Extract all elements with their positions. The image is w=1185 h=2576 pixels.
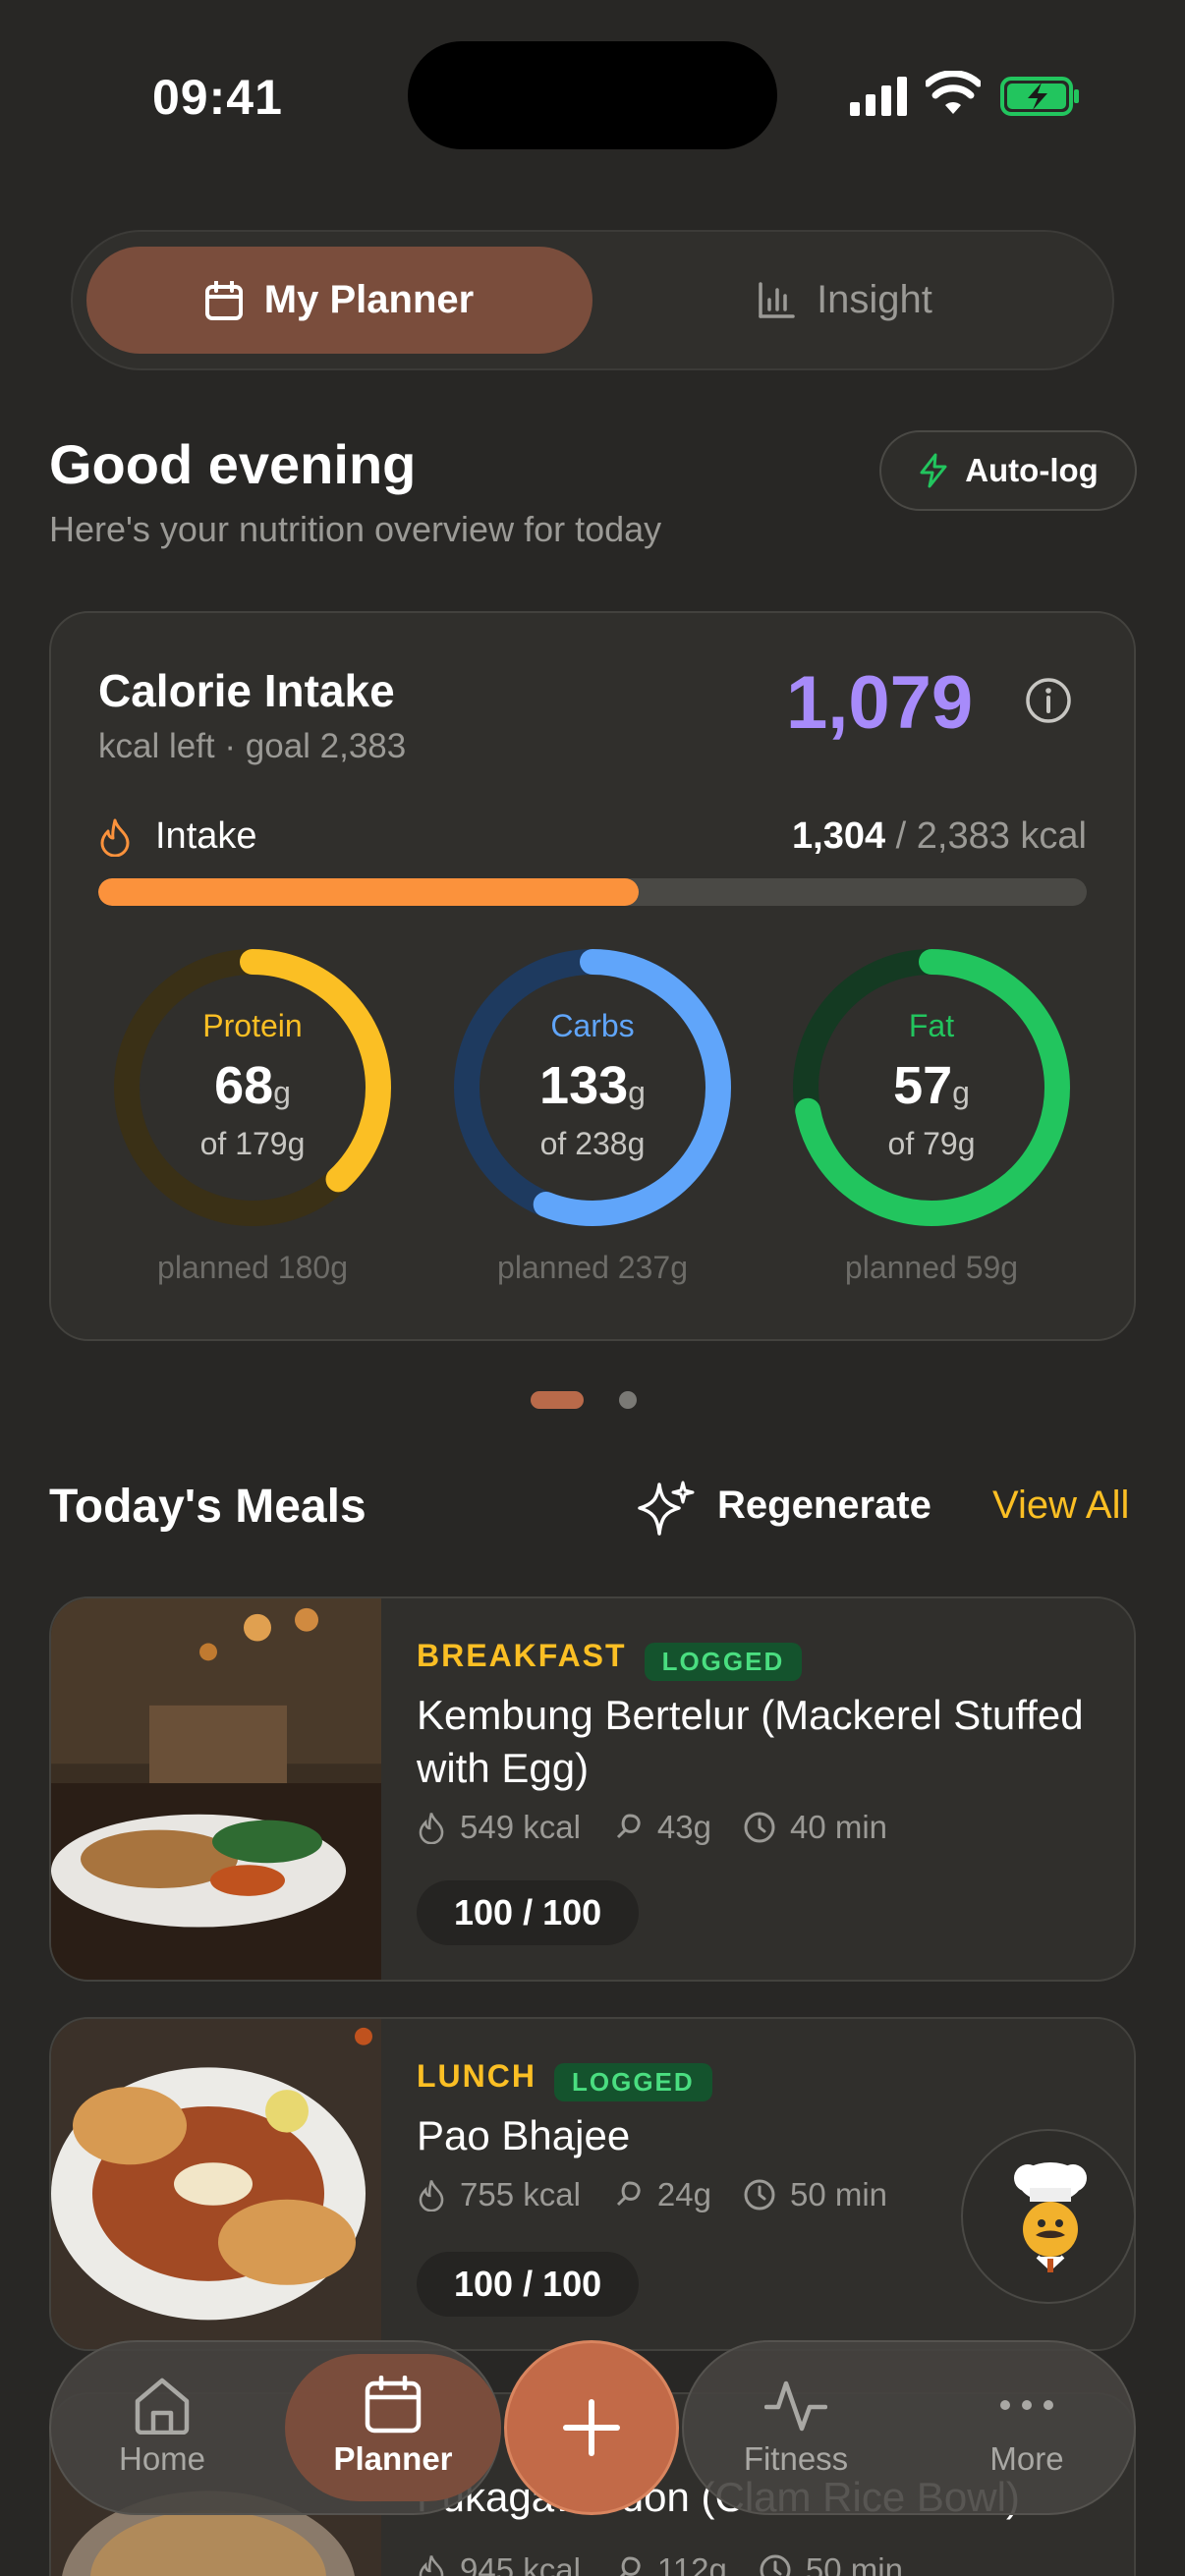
- logged-badge: LOGGED: [644, 1643, 803, 1682]
- meal-photo: [51, 1598, 381, 1980]
- wifi-icon: [926, 71, 981, 114]
- flame-icon: [419, 2555, 444, 2576]
- add-button[interactable]: [504, 2340, 679, 2515]
- protein-label: Protein: [202, 1008, 303, 1043]
- meal-card-breakfast[interactable]: BREAKFAST LOGGED Kembung Bertelur (Macker…: [49, 1596, 1136, 1982]
- clock-icon: [744, 2179, 775, 2211]
- intake-label: Intake: [155, 815, 257, 857]
- calendar-icon: [204, 280, 243, 320]
- battery-charging-icon: [1000, 77, 1079, 116]
- carbs-planned: planned 237g: [497, 1250, 688, 1285]
- meal-stats: 549 kcal 43g 40 min: [417, 1809, 887, 1846]
- calendar-icon: [365, 2376, 422, 2434]
- meal-protein: 43g: [656, 1809, 711, 1845]
- info-icon[interactable]: [1024, 676, 1073, 725]
- meal-type: BREAKFAST: [417, 1638, 627, 1673]
- protein-icon: [616, 2181, 641, 2207]
- home-icon: [135, 2378, 190, 2435]
- protein-value: 68g: [214, 1056, 291, 1115]
- protein-ring: Protein 68g of 179g: [110, 945, 395, 1230]
- page-indicator-active[interactable]: [531, 1391, 584, 1409]
- flame-icon: [419, 1813, 444, 1844]
- chef-mascot-icon: [1014, 2162, 1087, 2272]
- meal-kcal: 945 kcal: [460, 2551, 581, 2576]
- logged-badge: LOGGED: [553, 2063, 712, 2102]
- meals-section-title: Today's Meals: [49, 1481, 367, 1533]
- flame-icon: [419, 2180, 444, 2212]
- greeting-title: Good evening: [49, 433, 417, 495]
- page-indicator[interactable]: [619, 1391, 637, 1409]
- meal-name: Kembung Bertelur (Mackerel Stuffed with …: [417, 1692, 1084, 1791]
- meal-score: 100 / 100: [417, 2252, 640, 2317]
- view-all-link[interactable]: View All: [992, 1484, 1129, 1528]
- meal-time: 40 min: [789, 1809, 888, 1845]
- clock-icon: [744, 1812, 775, 1843]
- intake-progress-bar: [98, 878, 1087, 906]
- carbs-label: Carbs: [550, 1008, 635, 1043]
- meal-stats: 945 kcal 112g 50 min: [417, 2551, 903, 2576]
- regenerate-button[interactable]: Regenerate: [717, 1484, 931, 1528]
- meal-protein: 24g: [656, 2176, 711, 2212]
- tab-my-planner[interactable]: My Planner: [86, 247, 592, 354]
- tab-my-planner-label: My Planner: [263, 278, 475, 321]
- clock-icon: [760, 2554, 791, 2576]
- nav-fitness-label: Fitness: [743, 2440, 849, 2477]
- meal-score: 100 / 100: [417, 1880, 640, 1945]
- chef-assistant-button[interactable]: [961, 2129, 1136, 2304]
- lightning-icon: [920, 453, 947, 488]
- protein-goal: of 179g: [199, 1126, 306, 1161]
- activity-icon: [764, 2380, 827, 2432]
- carbs-ring: Carbs 133g of 238g: [450, 945, 735, 1230]
- fat-planned: planned 59g: [844, 1250, 1019, 1285]
- protein-icon: [619, 2556, 641, 2576]
- intake-progress-fill: [98, 878, 640, 906]
- meal-kcal: 755 kcal: [460, 2176, 581, 2212]
- nav-home[interactable]: Home: [93, 2376, 231, 2478]
- nav-home-label: Home: [118, 2440, 206, 2477]
- tab-insight-label: Insight: [817, 278, 932, 321]
- calorie-card-subtitle: kcal left · goal 2,383: [98, 727, 407, 765]
- dynamic-island: [408, 41, 777, 149]
- meal-stats: 755 kcal 24g 50 min: [417, 2176, 887, 2213]
- greeting-subtitle: Here's your nutrition overview for today: [49, 509, 662, 549]
- plus-icon: [563, 2399, 620, 2456]
- carbs-goal: of 238g: [539, 1126, 646, 1161]
- meal-name: Pao Bhajee: [417, 2112, 631, 2158]
- flame-icon: [100, 818, 130, 857]
- meal-time: 50 min: [789, 2176, 888, 2212]
- fat-value: 57g: [893, 1056, 970, 1115]
- protein-icon: [616, 1814, 641, 1839]
- sparkles-icon[interactable]: [634, 1479, 697, 1541]
- nav-planner-label: Planner: [333, 2440, 453, 2477]
- cellular-signal-icon: [850, 77, 907, 116]
- fat-ring: Fat 57g of 79g: [789, 945, 1074, 1230]
- calories-remaining: 1,079: [786, 661, 974, 745]
- meal-type: LUNCH: [417, 2058, 536, 2094]
- intake-consumed: 1,304: [792, 815, 886, 857]
- auto-log-button[interactable]: Auto-log: [879, 430, 1137, 511]
- meal-protein: 112g: [656, 2551, 727, 2576]
- meal-time: 50 min: [805, 2551, 903, 2576]
- meal-photo: [51, 2019, 381, 2349]
- calorie-card-title: Calorie Intake: [98, 665, 395, 716]
- protein-planned: planned 180g: [157, 1250, 348, 1285]
- carbs-value: 133g: [539, 1056, 646, 1115]
- fat-goal: of 79g: [887, 1126, 976, 1161]
- nav-more-label: More: [989, 2440, 1064, 2477]
- fat-label: Fat: [908, 1008, 955, 1043]
- more-dots-icon: [1000, 2400, 1053, 2410]
- nav-more[interactable]: More: [958, 2376, 1096, 2478]
- auto-log-label: Auto-log: [965, 452, 1099, 488]
- tab-insight[interactable]: Insight: [688, 247, 1002, 354]
- meal-kcal: 549 kcal: [460, 1809, 581, 1845]
- intake-total: / 2,383 kcal: [885, 815, 1087, 857]
- nav-planner[interactable]: Planner: [295, 2376, 491, 2478]
- nav-fitness[interactable]: Fitness: [727, 2376, 865, 2478]
- intake-value: 1,304 / 2,383 kcal: [792, 815, 1087, 858]
- status-time: 09:41: [152, 70, 283, 125]
- bar-chart-icon: [759, 281, 795, 318]
